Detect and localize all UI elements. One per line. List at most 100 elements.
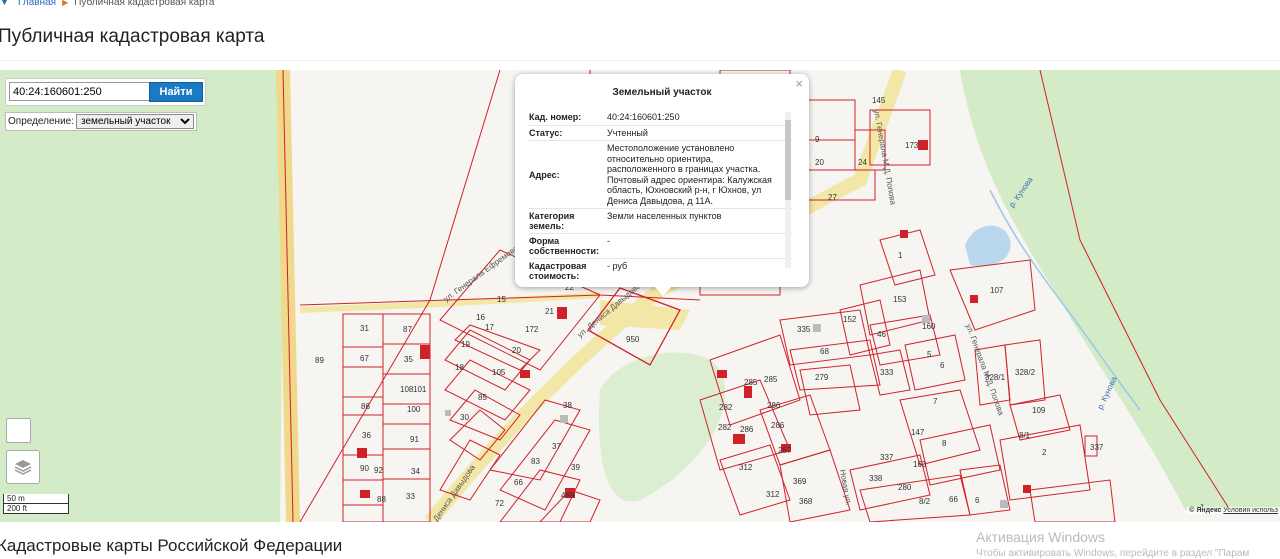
parcel-number[interactable]: 66: [514, 478, 523, 487]
parcel-number[interactable]: 6: [940, 361, 945, 370]
parcel-number[interactable]: 87: [403, 325, 412, 334]
parcel-number[interactable]: 100: [407, 405, 421, 414]
parcel-number[interactable]: 9: [815, 135, 820, 144]
parcel-number[interactable]: 8: [942, 439, 947, 448]
popup-row-label: Категория земель:: [529, 211, 575, 231]
parcel-number[interactable]: 72: [495, 499, 504, 508]
parcel-number[interactable]: 38: [563, 401, 572, 410]
parcel-number[interactable]: 145: [872, 96, 886, 105]
parcel-number[interactable]: 489: [561, 491, 575, 500]
cadastral-number-input[interactable]: [9, 82, 153, 101]
parcel-number[interactable]: 90: [360, 464, 369, 473]
parcel-number[interactable]: 92: [374, 466, 383, 475]
popup-body[interactable]: Кад. номер: 40:24:160601:250 Статус: Учтен…: [529, 110, 793, 280]
parcel-number[interactable]: 279: [815, 373, 829, 382]
parcel-number[interactable]: 287: [778, 446, 792, 455]
parcel-number[interactable]: 328/2: [1015, 368, 1036, 377]
parcel-number[interactable]: 101: [413, 385, 427, 394]
parcel-number[interactable]: 6: [975, 496, 980, 505]
parcel-number[interactable]: 337: [1090, 443, 1104, 452]
parcel-number[interactable]: 163: [913, 460, 927, 469]
parcel-number[interactable]: 152: [843, 315, 857, 324]
parcel-number[interactable]: 24: [858, 158, 867, 167]
parcel-number[interactable]: 105: [492, 368, 506, 377]
parcel-number[interactable]: 282: [719, 403, 733, 412]
definition-label: Определение:: [8, 116, 75, 127]
parcel-number[interactable]: 19: [461, 340, 470, 349]
parcel-number[interactable]: 8/1: [1019, 431, 1031, 440]
parcel-number[interactable]: 33: [406, 492, 415, 501]
parcel-number[interactable]: 20: [815, 158, 824, 167]
parcel-number[interactable]: 285: [764, 375, 778, 384]
parcel-number[interactable]: 286: [771, 421, 785, 430]
parcel-number[interactable]: 1: [898, 251, 903, 260]
parcel-number[interactable]: 172: [525, 325, 539, 334]
parcel-number[interactable]: 46: [877, 330, 886, 339]
parcel-number[interactable]: 31: [360, 324, 369, 333]
parcel-number[interactable]: 109: [1032, 406, 1046, 415]
parcel-number[interactable]: 39: [571, 463, 580, 472]
parcel-number[interactable]: 108: [400, 385, 414, 394]
popup-row: Категория земель: Земли населенных пункто…: [529, 209, 793, 234]
parcel-number[interactable]: 36: [362, 431, 371, 440]
parcel-number[interactable]: 328/1: [985, 373, 1006, 382]
terms-link[interactable]: Условия использ: [1223, 507, 1278, 514]
parcel-number[interactable]: 107: [990, 286, 1004, 295]
popup-row-value: 40:24:160601:250: [607, 112, 680, 122]
parcel-number[interactable]: 153: [893, 295, 907, 304]
parcel-number[interactable]: 85: [478, 393, 487, 402]
search-button[interactable]: Найти: [149, 82, 203, 102]
parcel-number[interactable]: 21: [545, 307, 554, 316]
layers-button[interactable]: [6, 450, 40, 484]
popup-scrollbar[interactable]: [785, 112, 791, 268]
parcel-number[interactable]: 5: [927, 350, 932, 359]
parcel-number[interactable]: 20: [512, 346, 521, 355]
parcel-number[interactable]: 950: [626, 335, 640, 344]
parcel-number[interactable]: 2: [1042, 448, 1047, 457]
parcel-number[interactable]: 86: [361, 402, 370, 411]
map-tool-button[interactable]: [6, 418, 31, 443]
parcel-number[interactable]: 16: [476, 313, 485, 322]
parcel-number[interactable]: 88: [377, 495, 386, 504]
parcel-number[interactable]: 335: [797, 325, 811, 334]
parcel-number[interactable]: 30: [460, 413, 469, 422]
breadcrumb-home-link[interactable]: Главная: [18, 0, 56, 8]
parcel-number[interactable]: 35: [404, 355, 413, 364]
parcel-number[interactable]: 91: [410, 435, 419, 444]
parcel-number[interactable]: 333: [880, 368, 894, 377]
parcel-number[interactable]: 312: [739, 463, 753, 472]
parcel-number[interactable]: 27: [828, 193, 837, 202]
cadastral-map[interactable]: ул. Генерала Ефремова ул. Дениса Давыдов…: [0, 70, 1280, 522]
parcel-number[interactable]: 37: [552, 442, 561, 451]
parcel-number[interactable]: 68: [820, 347, 829, 356]
parcel-number[interactable]: 8/2: [919, 497, 931, 506]
parcel-number[interactable]: 286: [740, 425, 754, 434]
parcel-number[interactable]: 67: [360, 354, 369, 363]
parcel-number[interactable]: 369: [793, 477, 807, 486]
parcel-number[interactable]: 15: [497, 295, 506, 304]
parcel-number[interactable]: 34: [411, 467, 420, 476]
parcel-number[interactable]: 7: [933, 397, 938, 406]
parcel-number[interactable]: 173: [905, 141, 919, 150]
parcel-number[interactable]: 368: [799, 497, 813, 506]
popup-row-value: Учтенный: [607, 127, 648, 138]
parcel-number[interactable]: 312: [766, 490, 780, 499]
parcel-number[interactable]: 89: [315, 356, 324, 365]
home-icon[interactable]: ▼: [0, 0, 9, 7]
parcel-number[interactable]: 160: [922, 322, 936, 331]
parcel-number[interactable]: 282: [718, 423, 732, 432]
parcel-number[interactable]: 285: [744, 378, 758, 387]
scrollbar-thumb[interactable]: [785, 120, 791, 200]
parcel-number[interactable]: 66: [949, 495, 958, 504]
parcel-number[interactable]: 17: [485, 323, 494, 332]
popup-row-value: - руб: [607, 261, 628, 271]
parcel-number[interactable]: 338: [869, 474, 883, 483]
parcel-number[interactable]: 18: [455, 363, 464, 372]
definition-select[interactable]: земельный участок: [76, 114, 195, 129]
parcel-number[interactable]: 280: [898, 483, 912, 492]
parcel-number[interactable]: 286: [767, 401, 781, 410]
parcel-number[interactable]: 83: [531, 457, 540, 466]
parcel-number[interactable]: 147: [911, 428, 925, 437]
parcel-number[interactable]: 337: [880, 453, 894, 462]
forest-area: [0, 70, 285, 522]
